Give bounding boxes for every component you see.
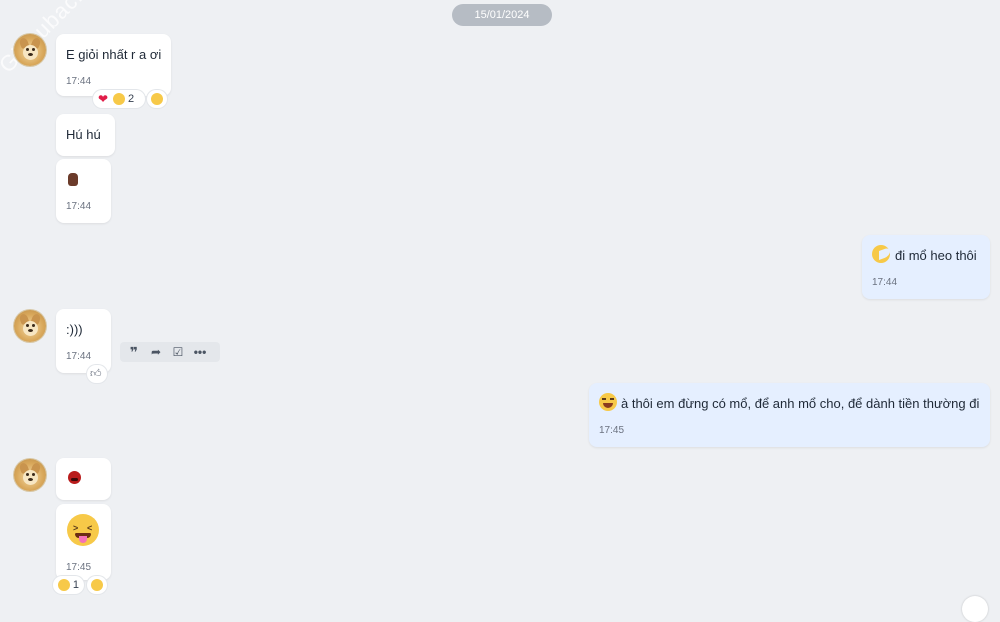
add-reaction-button[interactable]: [87, 576, 107, 594]
message-bubble[interactable]: :))) 17:44: [56, 309, 111, 373]
date-divider: 15/01/2024: [452, 4, 552, 26]
message-bubble[interactable]: Hú hú: [56, 114, 115, 156]
my-message-bubble[interactable]: à thôi em đừng có mổ, để anh mổ cho, để …: [589, 383, 990, 447]
message-hover-toolbar: ❞ ➦ ☑ •••: [120, 342, 220, 362]
message-text: đi mổ heo thôi: [895, 248, 977, 263]
avatar[interactable]: [14, 34, 46, 66]
avatar[interactable]: [14, 459, 46, 491]
more-icon[interactable]: •••: [193, 345, 207, 359]
laughing-emoji-icon: [58, 579, 70, 591]
message-bubble[interactable]: 17:44: [56, 159, 111, 223]
message-time: 17:45: [66, 562, 92, 573]
message-time: 17:44: [872, 277, 898, 288]
heart-icon: ❤: [98, 92, 109, 106]
share-icon[interactable]: ➦: [149, 345, 163, 359]
laughing-emoji-icon: [599, 393, 617, 411]
message-time: 17:44: [66, 351, 92, 362]
like-reaction-button[interactable]: 👍︎: [87, 365, 107, 383]
shocked-emoji-icon: [113, 93, 125, 105]
task-icon[interactable]: ☑: [171, 345, 185, 359]
tongue-squint-emoji-icon: > <: [67, 514, 99, 546]
message-time: 17:45: [599, 425, 625, 436]
pacman-emoji-icon: [872, 245, 890, 263]
laughing-emoji-icon: [91, 579, 103, 591]
reaction-summary[interactable]: ❤ 2: [93, 90, 145, 108]
reaction-count: 2: [128, 93, 135, 105]
shocked-emoji-icon: [151, 93, 163, 105]
message-text: à thôi em đừng có mổ, để anh mổ cho, để …: [621, 396, 980, 411]
reaction-count: 1: [72, 579, 79, 591]
reaction-summary[interactable]: 1: [53, 576, 84, 594]
message-text: E giỏi nhất r a ơi: [66, 47, 162, 62]
quote-icon[interactable]: ❞: [127, 345, 141, 359]
message-bubble[interactable]: [56, 458, 111, 500]
message-text: Hú hú: [66, 127, 101, 142]
message-time: 17:44: [66, 76, 92, 87]
my-message-bubble[interactable]: đi mổ heo thôi 17:44: [862, 235, 990, 299]
avatar[interactable]: [14, 310, 46, 342]
message-time: 17:44: [66, 201, 92, 212]
message-text: :))): [66, 322, 83, 337]
message-bubble[interactable]: E giỏi nhất r a ơi 17:44: [56, 34, 171, 96]
add-reaction-button[interactable]: [147, 90, 167, 108]
fist-emoji-icon: [68, 173, 78, 186]
thumbs-up-icon: 👍︎: [90, 368, 102, 380]
angry-face-emoji-icon: [68, 471, 81, 484]
scroll-to-bottom-button[interactable]: [962, 596, 988, 622]
message-bubble[interactable]: > < 17:45: [56, 504, 111, 580]
